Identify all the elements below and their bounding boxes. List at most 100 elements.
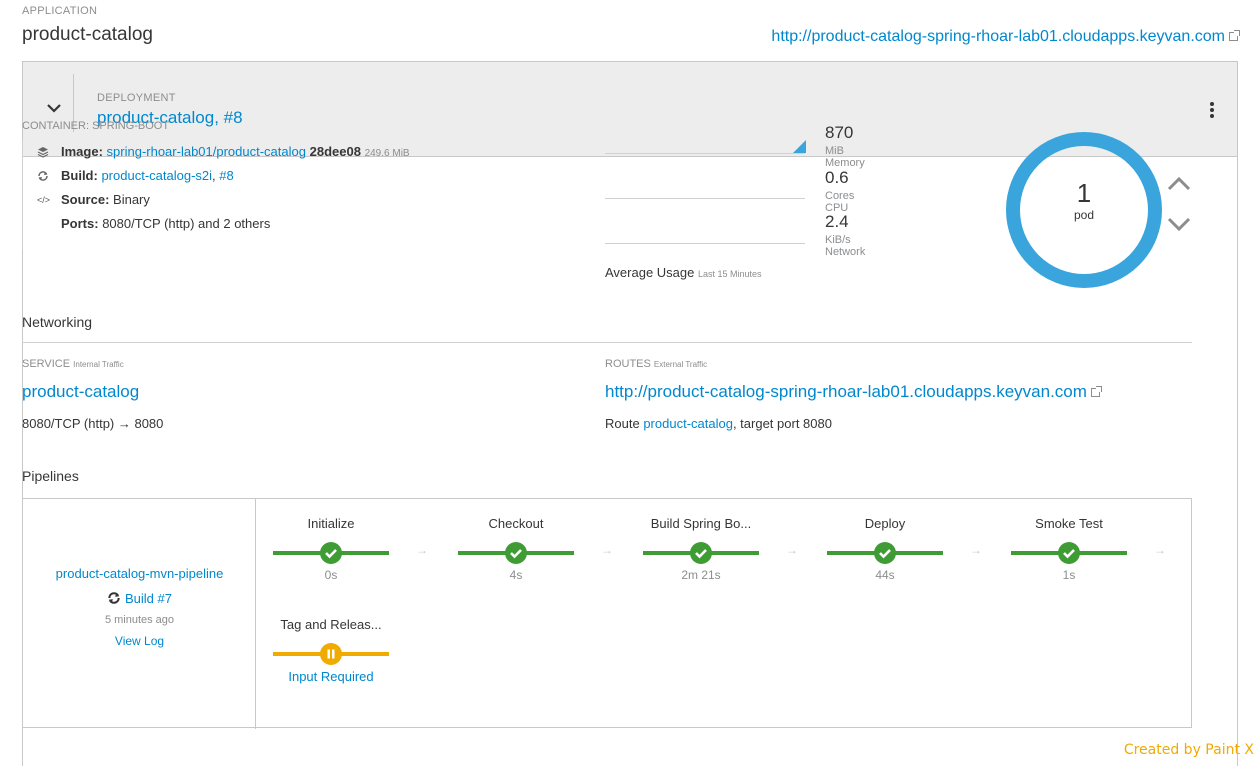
application-url-text[interactable]: http://product-catalog-spring-rhoar-lab0… (771, 28, 1225, 45)
stage-status-paused (320, 643, 342, 665)
stage-duration: 0s (324, 568, 338, 582)
routes-label-text: ROUTES (605, 358, 651, 370)
service-label-text: SERVICE (22, 358, 71, 370)
stage-duration: 1s (1062, 568, 1076, 582)
refresh-icon (37, 170, 49, 182)
pod-label: pod (1073, 208, 1095, 222)
pipeline-panel: product-catalog-mvn-pipeline Build #7 5 … (22, 498, 1192, 729)
stage-arrow-icon: → (416, 543, 428, 557)
stage-progress (273, 542, 389, 564)
external-link-icon (1229, 30, 1240, 41)
stage-name: Tag and Releas... (280, 617, 382, 632)
ports-value: 8080/TCP (http) and 2 others (102, 216, 271, 231)
check-icon (325, 549, 337, 559)
deployment-separator: , (214, 108, 224, 127)
average-usage-label: Average Usage (605, 265, 695, 280)
route-target: , target port 8080 (732, 416, 832, 431)
deployment-label: DEPLOYMENT (97, 92, 176, 104)
code-icon: </> (37, 195, 51, 205)
route-url-link[interactable]: http://product-catalog-spring-rhoar-lab0… (605, 382, 1102, 402)
networking-divider (22, 342, 1192, 343)
image-label: Image: (61, 144, 103, 159)
routes-label: ROUTES External Traffic (605, 358, 707, 370)
ports-label: Ports: (61, 216, 99, 231)
pipeline-build[interactable]: Build #7 (23, 591, 256, 606)
pod-count: 1 (1076, 178, 1092, 208)
pipeline-stage[interactable]: Tag and Releas... Input Required (273, 617, 389, 684)
route-url-text[interactable]: http://product-catalog-spring-rhoar-lab0… (605, 382, 1087, 401)
pipeline-build-link[interactable]: Build #7 (125, 591, 172, 606)
external-link-icon (1090, 386, 1102, 397)
image-link[interactable]: spring-rhoar-lab01/product-catalog (107, 144, 306, 159)
stage-arrow-icon: → (601, 543, 613, 557)
source-row: </> Source: Binary (35, 188, 522, 212)
stage-progress (458, 542, 574, 564)
check-icon (510, 549, 522, 559)
memory-value: 870 (825, 123, 854, 142)
stage-arrow-icon: → (970, 543, 982, 557)
check-icon (695, 549, 707, 559)
application-url-link[interactable]: http://product-catalog-spring-rhoar-lab0… (771, 28, 1240, 46)
pipeline-stage[interactable]: Deploy 44s (827, 516, 943, 582)
stage-progress (1011, 542, 1127, 564)
memory-sparkline (605, 153, 805, 154)
scale-up-icon[interactable] (1166, 175, 1192, 191)
stage-duration: 4s (509, 568, 523, 582)
pipeline-stage[interactable]: Checkout 4s (458, 516, 574, 582)
service-link[interactable]: product-catalog (22, 382, 139, 402)
stage-status-success (1058, 542, 1080, 564)
stage-duration[interactable]: Input Required (273, 669, 389, 684)
chevron-down-icon[interactable] (44, 98, 64, 118)
cpu-value: 0.6 (825, 168, 849, 187)
stage-status-success (320, 542, 342, 564)
pipeline-time: 5 minutes ago (104, 614, 175, 626)
service-label: SERVICE Internal Traffic (22, 358, 124, 370)
pause-icon (327, 649, 335, 659)
kebab-menu-icon[interactable] (1209, 102, 1215, 120)
application-label: APPLICATION (22, 5, 98, 17)
source-label: Source: (61, 192, 110, 207)
check-icon (879, 549, 891, 559)
stage-status-success (505, 542, 527, 564)
stage-arrow-icon: → (1154, 543, 1166, 557)
cpu-sparkline (605, 198, 805, 199)
route-info: Route product-catalog, target port 8080 (605, 416, 832, 431)
stage-progress (827, 542, 943, 564)
sync-icon (108, 592, 120, 604)
stage-status-success (690, 542, 712, 564)
build-number-link[interactable]: #8 (219, 168, 233, 183)
pipeline-summary: product-catalog-mvn-pipeline Build #7 5 … (23, 499, 256, 729)
build-link[interactable]: product-catalog-s2i (101, 168, 212, 183)
pipeline-stage[interactable]: Build Spring Bo... 2m 21s (643, 516, 759, 582)
view-log-link[interactable]: View Log (23, 634, 256, 648)
service-sublabel: Internal Traffic (73, 360, 124, 369)
route-prefix: Route (605, 416, 640, 431)
stage-name: Checkout (488, 516, 544, 531)
source-value: Binary (113, 192, 150, 207)
routes-sublabel: External Traffic (653, 360, 708, 369)
scale-down-icon[interactable] (1166, 217, 1192, 233)
route-name-link[interactable]: product-catalog (643, 416, 733, 431)
image-row: Image: spring-rhoar-lab01/product-catalo… (35, 140, 522, 164)
pipeline-stage[interactable]: Smoke Test 1s (1011, 516, 1127, 582)
network-unit: KiB/s Network (825, 234, 866, 258)
stage-progress (273, 643, 389, 665)
stage-name: Smoke Test (1035, 516, 1103, 531)
stage-arrow-icon: → (786, 543, 798, 557)
network-value: 2.4 (825, 212, 849, 231)
image-sha: 28dee08 (309, 144, 361, 159)
pipelines-title: Pipelines (22, 468, 79, 484)
stage-duration: 2m 21s (681, 568, 721, 582)
pipeline-name-link[interactable]: product-catalog-mvn-pipeline (23, 566, 256, 581)
stage-name: Build Spring Bo... (650, 516, 752, 531)
stage-duration: 44s (875, 568, 895, 582)
image-size: 249.6 MiB (364, 148, 410, 159)
service-port: 8080/TCP (http) → 8080 (22, 416, 164, 431)
pipeline-stage[interactable]: Initialize 0s (273, 516, 389, 582)
stack-icon (37, 146, 49, 158)
container-label: CONTAINER: SPRING-BOOT (22, 120, 170, 132)
stage-progress (643, 542, 759, 564)
deployment-revision[interactable]: #8 (224, 108, 243, 127)
stage-status-success (874, 542, 896, 564)
check-icon (1063, 549, 1075, 559)
